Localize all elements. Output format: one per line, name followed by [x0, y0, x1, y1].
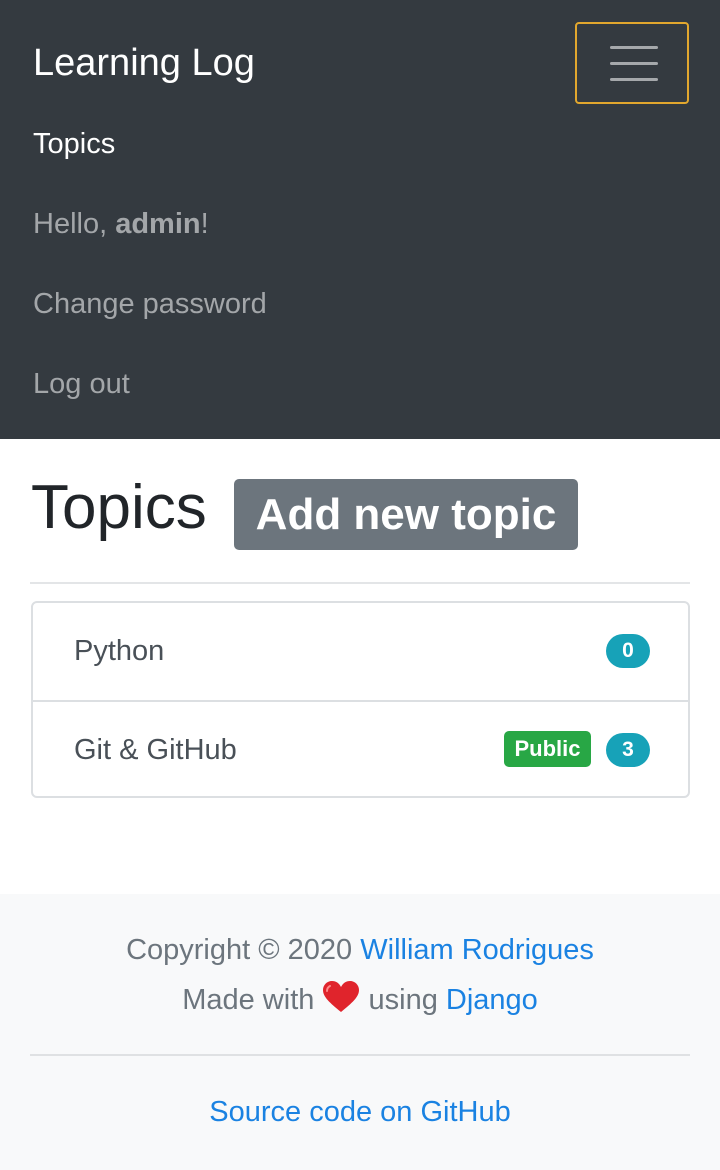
footer-divider — [30, 1054, 690, 1056]
made-with-text: Made with — [182, 984, 323, 1016]
greeting-prefix: Hello, — [33, 208, 116, 240]
navbar: Learning Log Topics Hello, admin! Change… — [0, 0, 720, 439]
nav-link-change-password[interactable]: Change password — [33, 286, 267, 322]
heart-icon — [322, 980, 360, 1014]
entry-count-badge: 3 — [606, 733, 650, 767]
navbar-toggle-button[interactable] — [575, 22, 689, 104]
public-badge: Public — [504, 731, 591, 767]
topic-name[interactable]: Python — [74, 633, 164, 669]
source-code-link[interactable]: Source code on GitHub — [209, 1096, 510, 1128]
django-link[interactable]: Django — [446, 984, 538, 1016]
topic-list-item[interactable]: Git & GitHub Public 3 — [33, 700, 688, 798]
add-topic-button[interactable]: Add new topic — [234, 479, 578, 550]
made-with-line: Made with using Django — [0, 980, 720, 1018]
topic-list: Python 0 Git & GitHub Public 3 — [31, 601, 690, 798]
divider — [30, 582, 690, 584]
footer: Copyright © 2020 William Rodrigues Made … — [0, 894, 720, 1170]
source-line: Source code on GitHub — [0, 1094, 720, 1130]
using-text: using — [360, 984, 446, 1016]
copyright-line: Copyright © 2020 William Rodrigues — [0, 932, 720, 968]
user-greeting: Hello, admin! — [33, 206, 209, 242]
username: admin — [115, 208, 201, 240]
author-link[interactable]: William Rodrigues — [360, 934, 594, 966]
page-title: Topics — [31, 473, 207, 542]
copyright-text: Copyright © 2020 — [126, 934, 361, 966]
topic-list-item[interactable]: Python 0 — [33, 603, 688, 700]
entry-count-badge: 0 — [606, 634, 650, 668]
topic-name[interactable]: Git & GitHub — [74, 732, 237, 768]
nav-link-topics[interactable]: Topics — [33, 126, 115, 162]
nav-link-logout[interactable]: Log out — [33, 366, 130, 402]
brand-link[interactable]: Learning Log — [33, 40, 255, 86]
greeting-suffix: ! — [200, 208, 209, 240]
